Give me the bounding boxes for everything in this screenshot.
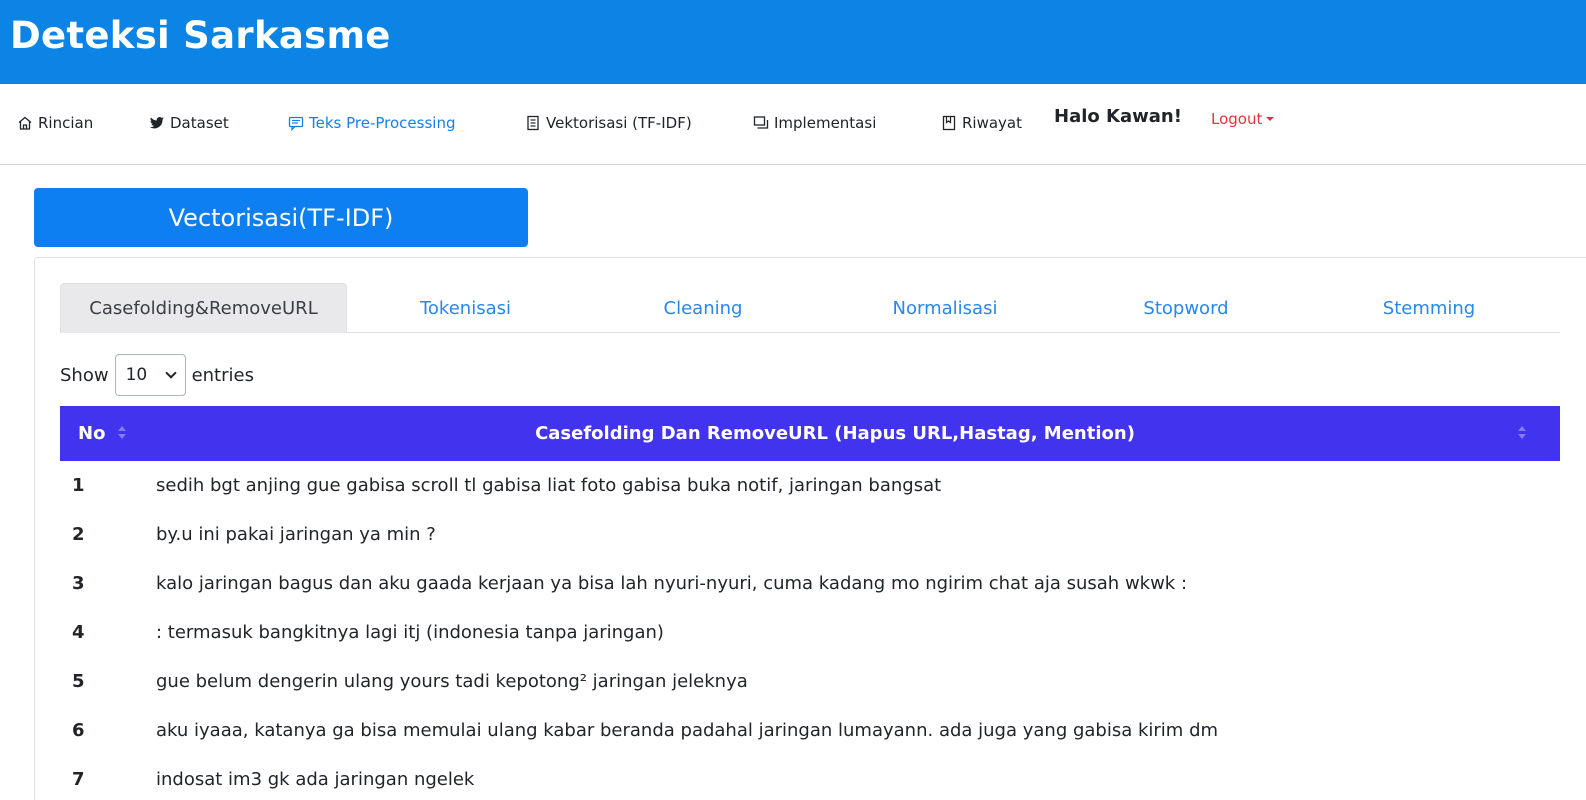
- table-header: No Casefolding Dan RemoveURL (Hapus URL,…: [60, 406, 1560, 461]
- row-text: gue belum dengerin ulang yours tadi kepo…: [156, 671, 748, 692]
- row-text: : termasuk bangkitnya lagi itj (indonesi…: [156, 622, 664, 643]
- row-number: 7: [72, 769, 85, 790]
- table-row: 3 kalo jaringan bagus dan aku gaada kerj…: [60, 559, 1560, 608]
- table-row: 1 sedih bgt anjing gue gabisa scroll tl …: [60, 461, 1560, 510]
- row-number: 3: [72, 573, 85, 594]
- nav-item-label: Dataset: [170, 114, 229, 132]
- vectorisasi-button[interactable]: Vectorisasi(TF-IDF): [34, 188, 528, 247]
- tab-cleaning[interactable]: Cleaning: [623, 283, 783, 333]
- row-number: 5: [72, 671, 85, 692]
- bookmark-icon: [940, 114, 958, 132]
- table-row: 5 gue belum dengerin ulang yours tadi ke…: [60, 657, 1560, 706]
- table-row: 2 by.u ini pakai jaringan ya min ?: [60, 510, 1560, 559]
- entries-select-value: 10: [125, 365, 148, 385]
- row-text: sedih bgt anjing gue gabisa scroll tl ga…: [156, 475, 942, 496]
- document-icon: [524, 114, 542, 132]
- row-text: aku iyaaa, katanya ga bisa memulai ulang…: [156, 720, 1219, 741]
- tab-stopword[interactable]: Stopword: [1106, 283, 1266, 333]
- show-label: Show: [60, 364, 109, 386]
- tab-tokenisasi[interactable]: Tokenisasi: [373, 283, 558, 333]
- sort-icon: [118, 424, 126, 442]
- row-number: 6: [72, 720, 85, 741]
- sort-icon: [1518, 424, 1526, 442]
- logout-label: Logout: [1211, 110, 1263, 128]
- nav-item-riwayat[interactable]: Riwayat: [940, 108, 1022, 138]
- nav-item-implementasi[interactable]: Implementasi: [752, 108, 876, 138]
- table-body: 1 sedih bgt anjing gue gabisa scroll tl …: [60, 461, 1560, 800]
- table-row: 7 indosat im3 gk ada jaringan ngelek: [60, 755, 1560, 800]
- app-title: Deteksi Sarkasme: [10, 14, 391, 57]
- user-greeting: Halo Kawan!: [1054, 106, 1182, 127]
- preprocessing-tabs: Casefolding&RemoveURL Tokenisasi Cleanin…: [60, 283, 1560, 333]
- nav-item-rincian[interactable]: Rincian: [16, 108, 93, 138]
- caret-down-icon: [1266, 117, 1275, 121]
- nav-item-teks-pre-processing[interactable]: Teks Pre-Processing: [287, 108, 455, 138]
- nav-item-label: Rincian: [38, 114, 94, 132]
- twitter-icon: [148, 114, 166, 132]
- column-header-label: No: [78, 423, 106, 444]
- nav-item-label: Vektorisasi (TF-IDF): [546, 114, 692, 132]
- entries-length-control: Show 10 entries: [60, 354, 254, 396]
- row-number: 1: [72, 475, 85, 496]
- row-text: by.u ini pakai jaringan ya min ?: [156, 524, 436, 545]
- entries-label: entries: [191, 364, 254, 386]
- table-row: 6 aku iyaaa, katanya ga bisa memulai ula…: [60, 706, 1560, 755]
- nav-item-dataset[interactable]: Dataset: [148, 108, 229, 138]
- column-header-label: Casefolding Dan RemoveURL (Hapus URL,Has…: [535, 423, 1135, 444]
- message-icon: [287, 114, 305, 132]
- row-text: indosat im3 gk ada jaringan ngelek: [156, 769, 475, 790]
- tab-normalisasi[interactable]: Normalisasi: [865, 283, 1025, 333]
- nav-item-label: Implementasi: [774, 114, 877, 132]
- column-header-no[interactable]: No: [78, 406, 105, 461]
- row-text: kalo jaringan bagus dan aku gaada kerjaa…: [156, 573, 1188, 594]
- nav-item-label: Teks Pre-Processing: [309, 114, 456, 132]
- table-row: 4 : termasuk bangkitnya lagi itj (indone…: [60, 608, 1560, 657]
- main-nav: Rincian Dataset Teks Pre-Processing Vekt…: [0, 84, 1586, 165]
- entries-select[interactable]: 10: [114, 354, 186, 396]
- home-icon: [16, 114, 34, 132]
- copy-icon: [752, 114, 770, 132]
- chevron-down-icon: [164, 367, 177, 379]
- app-header: Deteksi Sarkasme: [0, 0, 1586, 84]
- tab-casefolding[interactable]: Casefolding&RemoveURL: [60, 283, 347, 333]
- column-header-casefolding[interactable]: Casefolding Dan RemoveURL (Hapus URL,Has…: [150, 406, 1520, 461]
- row-number: 4: [72, 622, 85, 643]
- row-number: 2: [72, 524, 85, 545]
- nav-item-vektorisasi[interactable]: Vektorisasi (TF-IDF): [524, 108, 692, 138]
- nav-item-label: Riwayat: [962, 114, 1022, 132]
- tab-stemming[interactable]: Stemming: [1344, 283, 1514, 333]
- logout-dropdown[interactable]: Logout: [1211, 110, 1275, 128]
